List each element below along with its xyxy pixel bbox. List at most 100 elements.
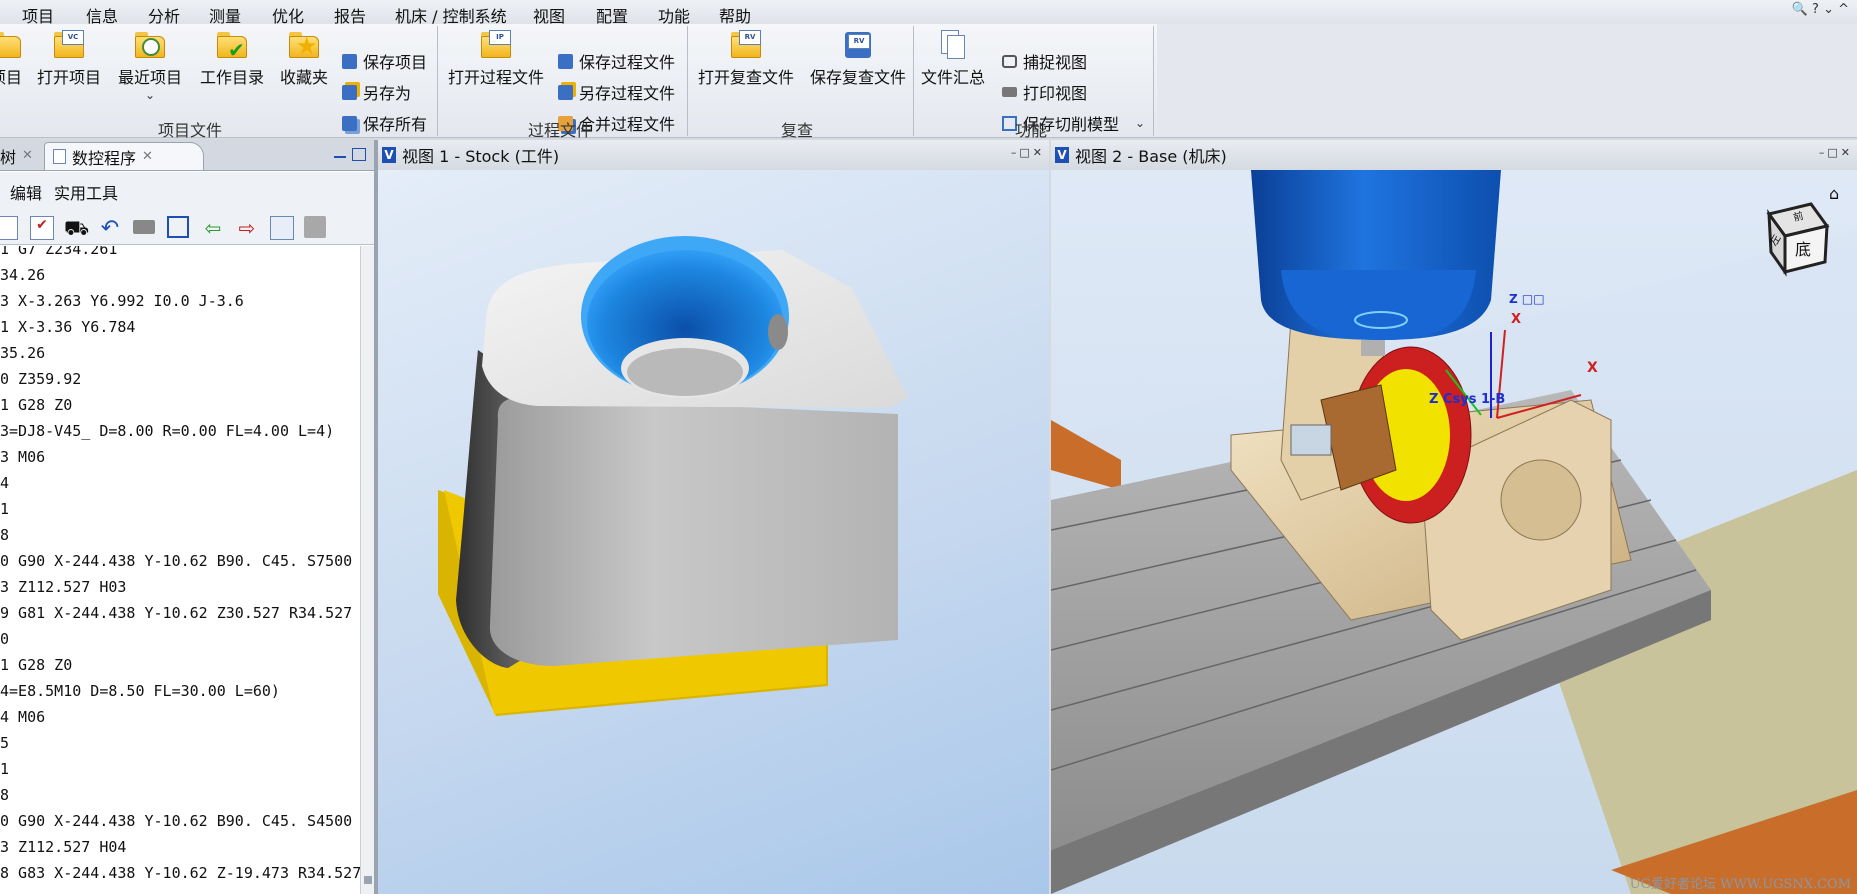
open-process-file-label: 打开过程文件: [447, 68, 544, 87]
nc-code-line[interactable]: 8: [0, 526, 9, 544]
work-directory-label: 工作目录: [199, 68, 264, 87]
group-label-function: 功能: [1015, 121, 1048, 140]
nc-code-line[interactable]: 3 X-3.263 Y6.992 I0.0 J-3.6: [0, 292, 244, 310]
save-review-file-button[interactable]: RV 保存复查文件: [808, 28, 908, 88]
group-label-process-files: 过程文件: [528, 121, 593, 140]
file-summary-label: 文件汇总: [920, 68, 985, 87]
printer-icon[interactable]: [133, 220, 155, 234]
split-view-icon[interactable]: [167, 216, 189, 238]
disabled-tool-icon: [304, 216, 326, 238]
file-stack-icon: [937, 30, 969, 59]
view-badge-icon: V: [1055, 147, 1069, 163]
tab-tree[interactable]: 树 ✕: [0, 142, 33, 169]
ribbon: 项目 VC 打开项目 最近项目 ⌄ ✔ 工作目录 ★ 收藏夹 保存项目 另存为 …: [0, 24, 1157, 140]
nc-code-line[interactable]: 8: [0, 786, 9, 804]
new-project-button[interactable]: 项目: [0, 28, 26, 88]
save-process-file-button[interactable]: 保存过程文件: [558, 49, 675, 73]
nc-code-listing[interactable]: 1 G7 Z234.261 34.26 3 X-3.263 Y6.992 I0.0 …: [0, 246, 360, 894]
view1-stock-viewport[interactable]: [378, 170, 1049, 894]
save-all-button[interactable]: 保存所有: [342, 111, 427, 135]
recent-projects-button[interactable]: 最近项目 ⌄: [114, 28, 186, 102]
capture-view-button[interactable]: 捕捉视图: [1002, 49, 1087, 73]
save-process-as-label: 另存过程文件: [579, 84, 676, 103]
save-as-button[interactable]: 另存为: [342, 80, 411, 104]
favorites-button[interactable]: ★ 收藏夹: [276, 28, 332, 88]
axis-label-x-top: X: [1511, 312, 1522, 327]
nc-code-line[interactable]: 1: [0, 760, 9, 778]
work-directory-button[interactable]: ✔ 工作目录: [196, 28, 268, 88]
axis-label-x-right: X: [1587, 360, 1598, 376]
nc-code-line[interactable]: 1: [0, 500, 9, 518]
save-project-label: 保存项目: [363, 53, 428, 72]
view-window-controls[interactable]: –□✕: [1011, 146, 1045, 159]
nc-code-line[interactable]: 3 Z112.527 H04: [0, 838, 126, 856]
view2-machine-viewport[interactable]: Z □□ X X Z Csys 1-B 左 底 前 ⌂ UG爱好者论坛 WWW.…: [1051, 170, 1857, 894]
axis-label-z: Z □□: [1509, 292, 1545, 306]
nc-code-line[interactable]: 0: [0, 630, 9, 648]
nc-code-line[interactable]: 0 Z359.92: [0, 370, 81, 388]
find-nc-icon[interactable]: [0, 216, 18, 240]
save-process-as-button[interactable]: 另存过程文件: [558, 80, 675, 104]
save-all-label: 保存所有: [363, 115, 428, 134]
menu-edit[interactable]: 编辑: [10, 180, 42, 204]
view1-title: 视图 1 - Stock (工件): [402, 147, 560, 166]
close-icon[interactable]: ✕: [142, 149, 153, 164]
nc-code-line[interactable]: 35.26: [0, 344, 45, 362]
nc-code-line[interactable]: 4 M06: [0, 708, 45, 726]
file-summary-button[interactable]: 文件汇总: [920, 28, 986, 88]
nc-code-line[interactable]: 9 G81 X-244.438 Y-10.62 Z30.527 R34.527: [0, 604, 352, 622]
view2-title: 视图 2 - Base (机床): [1075, 147, 1227, 166]
view2-titlebar[interactable]: V 视图 2 - Base (机床) –□✕: [1051, 140, 1857, 171]
group-label-review: 复查: [781, 121, 814, 140]
close-icon[interactable]: ✕: [22, 148, 33, 163]
view-window-controls[interactable]: –□✕: [1819, 146, 1853, 159]
next-arrow-icon[interactable]: ⇨: [236, 216, 258, 240]
csys-label: Z Csys 1-B: [1429, 392, 1506, 407]
binoculars-icon[interactable]: ⛟: [64, 216, 89, 240]
chevron-down-icon[interactable]: ⌄: [1135, 116, 1145, 130]
nc-code-line[interactable]: 3 Z112.527 H03: [0, 578, 126, 596]
nc-code-line[interactable]: 4=E8.5M10 D=8.50 FL=30.00 L=60): [0, 682, 280, 700]
float-icon[interactable]: [352, 148, 366, 161]
nc-code-line[interactable]: 34.26: [0, 266, 45, 284]
save-icon: [342, 53, 357, 69]
stock-model: [438, 236, 908, 716]
nc-code-line[interactable]: 3=DJ8-V45_ D=8.00 R=0.00 FL=4.00 L=4): [0, 422, 334, 440]
open-project-label: 打开项目: [36, 68, 101, 87]
capture-view-label: 捕捉视图: [1023, 53, 1088, 72]
scrollbar[interactable]: [360, 246, 375, 894]
nc-code-line[interactable]: 1 G7 Z234.261: [0, 246, 117, 258]
cube-face-bottom[interactable]: 底: [1795, 236, 1811, 260]
view1-titlebar[interactable]: V 视图 1 - Stock (工件) –□✕: [378, 140, 1049, 171]
nc-code-line[interactable]: 1 G28 Z0: [0, 396, 72, 414]
undo-icon[interactable]: ↶: [99, 216, 121, 241]
save-review-file-label: 保存复查文件: [809, 68, 906, 87]
tab-nc-program[interactable]: 数控程序 ✕: [44, 142, 204, 170]
home-icon[interactable]: ⌂: [1829, 184, 1839, 203]
check-nc-icon[interactable]: ✔: [30, 216, 54, 240]
chevron-down-icon[interactable]: ⌄: [114, 88, 186, 102]
nc-code-line[interactable]: 5: [0, 734, 9, 752]
menu-utilities[interactable]: 实用工具: [54, 180, 118, 204]
open-process-file-button[interactable]: IP 打开过程文件: [446, 28, 546, 88]
window-controls[interactable]: 🔍 ? ⌄ ^: [1792, 2, 1849, 17]
star-folder-icon: ★: [288, 30, 320, 60]
nc-code-line[interactable]: 0 G90 X-244.438 Y-10.62 B90. C45. S4500: [0, 812, 352, 830]
nc-code-line[interactable]: 0 G90 X-244.438 Y-10.62 B90. C45. S7500: [0, 552, 352, 570]
nc-code-line[interactable]: 3 M06: [0, 448, 45, 466]
print-view-button[interactable]: 打印视图: [1002, 80, 1087, 104]
save-as-label: 另存为: [363, 84, 412, 103]
process-folder-icon: IP: [480, 30, 512, 58]
nc-code-line[interactable]: 1 X-3.36 Y6.784: [0, 318, 135, 336]
camera-icon: [1002, 54, 1017, 68]
minimize-icon[interactable]: [334, 156, 346, 158]
open-review-file-button[interactable]: RV 打开复查文件: [696, 28, 796, 88]
nc-export-icon[interactable]: [270, 216, 294, 240]
prev-arrow-icon[interactable]: ⇦: [202, 216, 224, 240]
nc-code-line[interactable]: 4: [0, 474, 9, 492]
nc-code-line[interactable]: 1 G28 Z0: [0, 656, 72, 674]
open-project-button[interactable]: VC 打开项目: [34, 28, 104, 88]
menu-bar: 项目 信息 分析 测量 优化 报告 机床 / 控制系统 视图 配置 功能 帮助 …: [0, 0, 1857, 26]
save-project-button[interactable]: 保存项目: [342, 49, 427, 73]
nc-code-line[interactable]: 8 G83 X-244.438 Y-10.62 Z-19.473 R34.527: [0, 864, 360, 882]
